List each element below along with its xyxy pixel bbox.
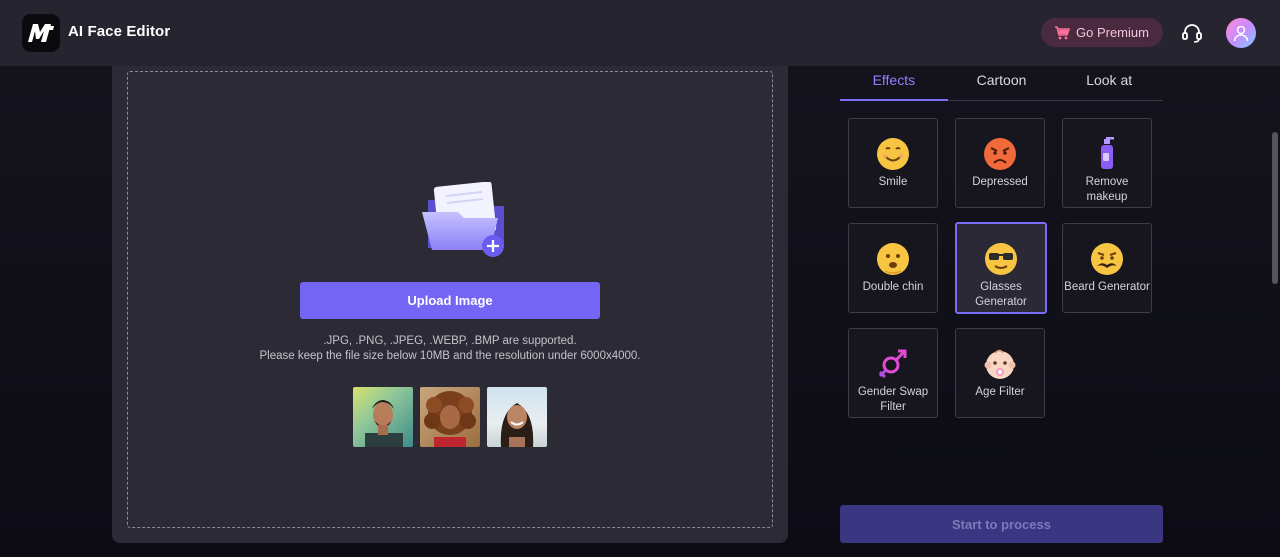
effect-card-gender-swap-filter[interactable]: Gender Swap Filter bbox=[848, 328, 938, 418]
file-size-note: Please keep the file size below 10MB and… bbox=[259, 350, 641, 362]
tab-cartoon[interactable]: Cartoon bbox=[948, 66, 1056, 100]
mustache-emoji-icon bbox=[1091, 243, 1123, 275]
sunglasses-emoji-icon bbox=[985, 243, 1017, 275]
sample-portrait-woman-beach bbox=[500, 403, 534, 447]
effect-card-smile[interactable]: Smile bbox=[848, 118, 938, 208]
go-premium-button[interactable]: Go Premium bbox=[1041, 18, 1163, 47]
upload-panel: Upload Image .JPG, .PNG, .JPEG, .WEBP, .… bbox=[112, 66, 788, 543]
top-bar: AI Face Editor Go Premium bbox=[0, 0, 1280, 66]
sample-image-woman-beach[interactable] bbox=[487, 387, 547, 447]
effect-card-depressed[interactable]: Depressed bbox=[955, 118, 1045, 208]
effect-label-gender-swap-filter: Gender Swap Filter bbox=[857, 386, 929, 413]
effect-tabs: Effects Cartoon Look at bbox=[840, 66, 1163, 101]
start-to-process-button[interactable]: Start to process bbox=[840, 505, 1163, 543]
effect-label-age-filter: Age Filter bbox=[975, 386, 1025, 398]
logo-icon bbox=[28, 24, 54, 42]
headset-support-icon[interactable] bbox=[1180, 21, 1204, 45]
user-icon bbox=[1233, 25, 1249, 42]
upload-dropzone[interactable]: Upload Image .JPG, .PNG, .JPEG, .WEBP, .… bbox=[127, 71, 773, 528]
gender-symbol-icon bbox=[878, 349, 907, 379]
effect-card-remove-makeup[interactable]: Remove makeup bbox=[1062, 118, 1152, 208]
effect-card-beard-generator[interactable]: Beard Generator bbox=[1062, 223, 1152, 313]
effect-card-double-chin[interactable]: Double chin bbox=[848, 223, 938, 313]
tab-look-at[interactable]: Look at bbox=[1055, 66, 1163, 100]
effect-card-age-filter[interactable]: Age Filter bbox=[955, 328, 1045, 418]
makeup-bottle-icon bbox=[1101, 137, 1114, 169]
upload-image-button[interactable]: Upload Image bbox=[300, 282, 600, 319]
effect-label-double-chin: Double chin bbox=[862, 281, 924, 293]
effect-label-beard-generator: Beard Generator bbox=[1064, 281, 1150, 293]
double-chin-emoji-icon bbox=[877, 243, 909, 275]
app-logo[interactable] bbox=[22, 14, 60, 52]
go-premium-label: Go Premium bbox=[1076, 25, 1149, 40]
angry-emoji-icon bbox=[984, 138, 1016, 170]
sample-images bbox=[353, 387, 547, 447]
user-avatar[interactable] bbox=[1226, 18, 1256, 48]
page-scrollbar[interactable] bbox=[1272, 132, 1278, 284]
supported-formats-text: .JPG, .PNG, .JPEG, .WEBP, .BMP are suppo… bbox=[323, 335, 577, 347]
sample-portrait-man bbox=[365, 400, 403, 447]
tab-effects[interactable]: Effects bbox=[840, 66, 948, 101]
sample-image-woman-curly[interactable] bbox=[420, 387, 480, 447]
effect-label-remove-makeup: Remove makeup bbox=[1085, 176, 1129, 203]
effect-card-glasses-generator[interactable]: Glasses Generator bbox=[955, 222, 1047, 314]
app-title: AI Face Editor bbox=[68, 23, 171, 40]
cart-icon bbox=[1055, 25, 1070, 39]
folder-upload-icon bbox=[422, 182, 504, 257]
effect-label-depressed: Depressed bbox=[972, 176, 1028, 188]
smile-emoji-icon bbox=[877, 138, 909, 170]
sample-image-man[interactable] bbox=[353, 387, 413, 447]
baby-face-icon bbox=[984, 349, 1016, 379]
effect-label-glasses-generator: Glasses Generator bbox=[975, 281, 1027, 308]
effect-label-smile: Smile bbox=[878, 176, 908, 188]
sample-portrait-woman-curly bbox=[424, 391, 476, 447]
